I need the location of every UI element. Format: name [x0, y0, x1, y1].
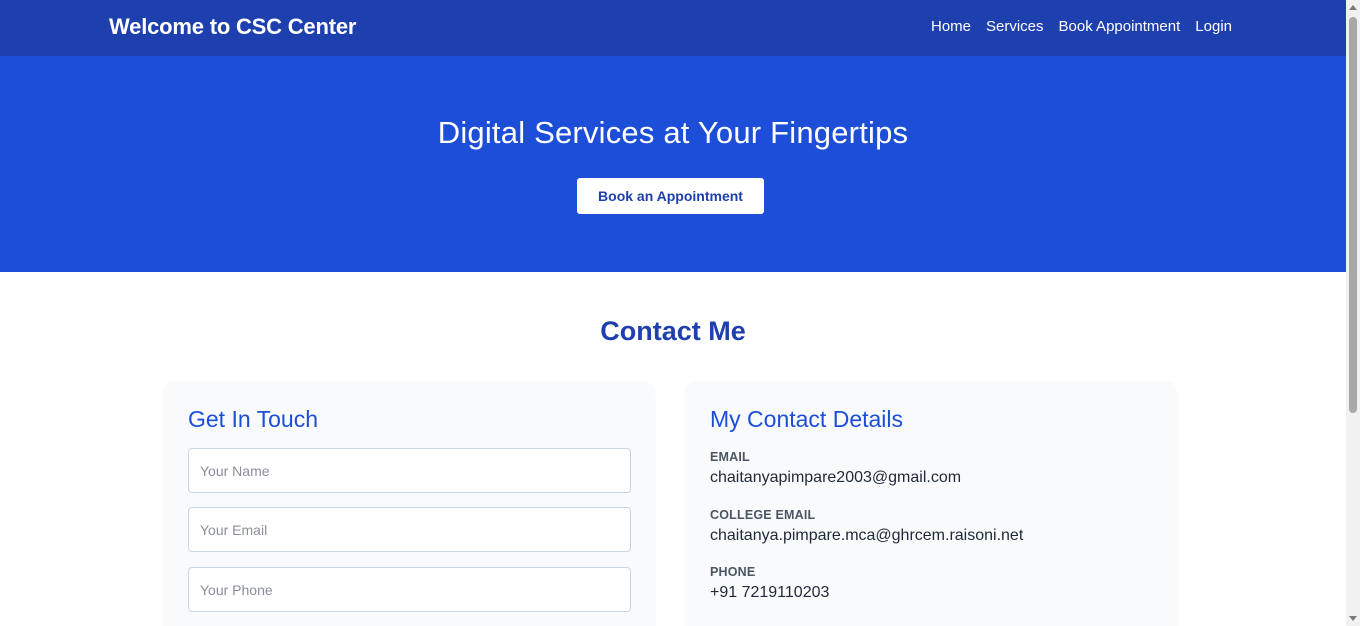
scroll-down-arrow-icon[interactable] [1349, 616, 1357, 621]
scrollbar-thumb[interactable] [1349, 17, 1357, 413]
navbar: Welcome to CSC Center Home Services Book… [0, 0, 1346, 56]
contact-section-title: Contact Me [600, 316, 746, 346]
detail-value: chaitanyapimpare2003@gmail.com [710, 469, 962, 486]
nav-link-book-appointment[interactable]: Book Appointment [1059, 18, 1181, 35]
site-brand[interactable]: Welcome to CSC Center [109, 14, 356, 40]
detail-college-email: COLLEGE EMAIL chaitanya.pimpare.mca@ghrc… [710, 508, 1023, 545]
detail-label: COLLEGE EMAIL [710, 508, 816, 522]
name-input[interactable] [188, 448, 631, 493]
book-appointment-button[interactable]: Book an Appointment [577, 178, 764, 214]
detail-email: EMAIL chaitanyapimpare2003@gmail.com [710, 450, 961, 487]
contact-details-title: My Contact Details [710, 406, 904, 432]
scroll-up-arrow-icon[interactable] [1349, 5, 1357, 10]
nav-link-services[interactable]: Services [986, 18, 1044, 35]
page: Welcome to CSC Center Home Services Book… [0, 0, 1360, 626]
detail-label: PHONE [710, 565, 756, 579]
detail-value: +91 7219110203 [710, 584, 830, 601]
phone-input[interactable] [188, 567, 631, 612]
nav-link-home[interactable]: Home [931, 18, 971, 35]
nav-links: Home Services Book Appointment Login [931, 18, 1232, 35]
vertical-scrollbar[interactable] [1346, 0, 1360, 626]
hero-section: Digital Services at Your Fingertips Book… [0, 56, 1346, 272]
detail-value: chaitanya.pimpare.mca@ghrcem.raisoni.net [710, 527, 1024, 544]
detail-label: EMAIL [710, 450, 750, 464]
nav-link-login[interactable]: Login [1195, 18, 1232, 35]
hero-title: Digital Services at Your Fingertips [437, 115, 909, 150]
get-in-touch-card: Get In Touch [164, 382, 654, 626]
get-in-touch-title: Get In Touch [188, 406, 318, 432]
contact-details-card: My Contact Details EMAIL chaitanyapimpar… [686, 382, 1176, 626]
email-input[interactable] [188, 507, 631, 552]
detail-phone: PHONE +91 7219110203 [710, 565, 829, 602]
